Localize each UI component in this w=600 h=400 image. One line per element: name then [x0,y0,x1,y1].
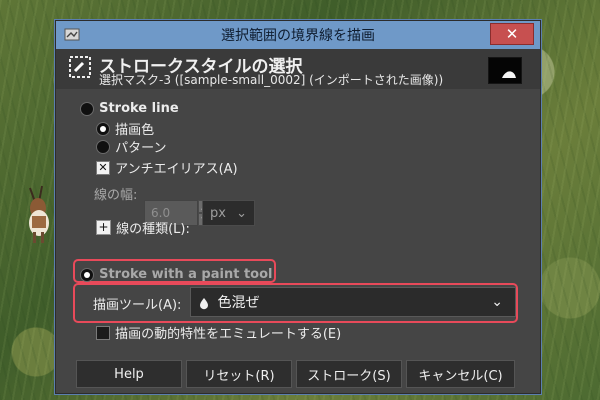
stroke-line-label: Stroke line [99,101,179,116]
emulate-dynamics-checkbox[interactable] [96,325,110,340]
chevron-down-icon: ⌄ [236,205,247,221]
paint-tool-field-label: 描画ツール(A): [93,298,182,313]
pattern-radio[interactable] [96,139,110,154]
paint-tool-radio[interactable] [80,267,94,282]
close-button[interactable]: ✕ [490,23,534,45]
reset-button[interactable]: リセット(R) [186,360,292,388]
paint-tool-field-label-row: 描画ツール(A): [93,293,181,313]
image-thumbnail [488,57,522,84]
unit-value: px [210,205,226,221]
paint-tool-select[interactable]: 色混ぜ ⌄ [190,287,516,317]
water-drop-icon [200,297,208,309]
pattern-option[interactable]: パターン [96,136,166,156]
paint-tool-selected-value: 色混ぜ [199,292,259,312]
paint-tool-option[interactable]: Stroke with a paint tool [80,264,272,283]
line-style-expander[interactable]: + 線の種類(L): [96,217,190,237]
emulate-dynamics-label: 描画の動的特性をエミュレートする(E) [115,327,342,342]
cancel-button[interactable]: キャンセル(C) [406,360,515,388]
solid-color-option[interactable]: 描画色 [96,118,154,138]
emulate-dynamics-option[interactable]: 描画の動的特性をエミュレートする(E) [96,322,341,342]
help-button[interactable]: Help [76,360,182,388]
dialog-content: Stroke line 描画色 パターン ✕ アンチエイリアス(A) 線の幅: … [56,89,540,393]
line-width-label: 線の幅: [94,188,138,203]
dialog-buttons: Help リセット(R) ストローク(S) キャンセル(C) [76,360,518,388]
dialog-subtitle: 選択マスク-3 ([sample-small_0002] (インポートされた画像… [99,73,444,87]
app-icon [64,28,80,41]
unit-select[interactable]: px ⌄ [202,200,255,226]
close-icon: ✕ [505,25,519,43]
antialias-label: アンチエイリアス(A) [115,162,238,177]
line-width-label-row: 線の幅: [94,183,137,203]
paint-tool-value: 色混ぜ [217,295,260,311]
dialog-header: ストロークスタイルの選択 選択マスク-3 ([sample-small_0002… [56,49,540,89]
antelope-image [29,185,49,243]
stroke-selection-dialog: 選択範囲の境界線を描画 ✕ ストロークスタイルの選択 選択マスク-3 ([sam… [55,20,541,394]
window-titlebar[interactable]: 選択範囲の境界線を描画 ✕ [56,21,540,49]
antialias-option[interactable]: ✕ アンチエイリアス(A) [96,157,238,177]
antialias-checkbox[interactable]: ✕ [96,160,110,175]
chevron-down-icon: ⌄ [491,294,503,310]
pattern-label: パターン [115,141,167,156]
stroke-line-radio[interactable] [80,101,94,116]
line-style-label: 線の種類(L): [116,222,190,237]
stroke-selection-icon [69,56,91,78]
stroke-button[interactable]: ストローク(S) [296,360,402,388]
paint-tool-label: Stroke with a paint tool [99,267,273,282]
stroke-line-option[interactable]: Stroke line [80,98,179,117]
plus-icon[interactable]: + [96,220,111,235]
window-title: 選択範囲の境界線を描画 [221,28,375,44]
solid-color-radio[interactable] [96,121,110,136]
